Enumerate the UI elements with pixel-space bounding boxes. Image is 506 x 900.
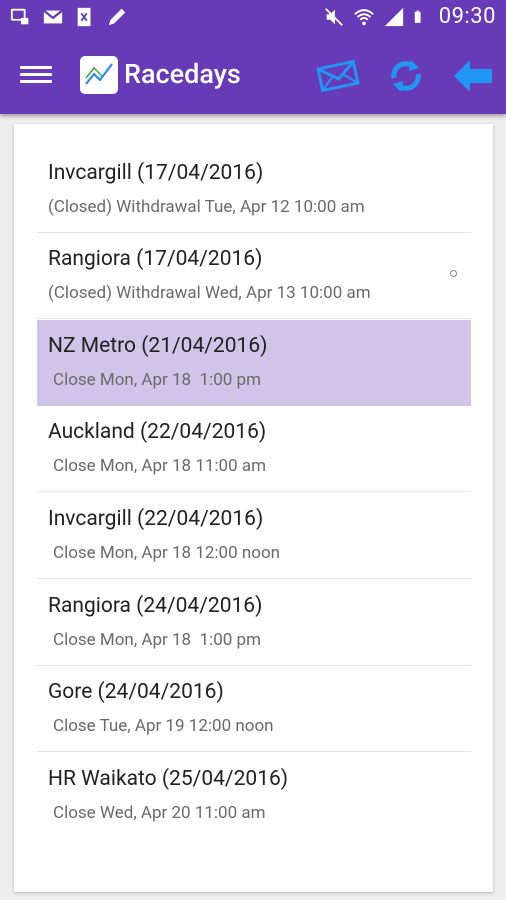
hrnz-logo [80, 56, 118, 94]
raceday-subtitle: Close Mon, Apr 18 1:00 pm [53, 370, 261, 390]
menu-line [20, 73, 52, 76]
list-item[interactable]: Gore (24/04/2016) Close Tue, Apr 19 12:0… [37, 666, 471, 752]
racedays-list: Invcargill (17/04/2016) (Closed) Withdra… [14, 124, 493, 892]
raceday-title: Gore (24/04/2016) [48, 680, 224, 704]
raceday-subtitle: (Closed) Withdrawal Tue, Apr 12 10:00 am [48, 197, 365, 217]
list-item[interactable]: Rangiora (24/04/2016) Close Mon, Apr 18 … [37, 580, 471, 666]
raceday-title: Invcargill (22/04/2016) [48, 507, 264, 531]
gmail-icon [43, 9, 63, 24]
app-bar: Racedays [0, 38, 506, 114]
list-item[interactable]: Invcargill (22/04/2016) Close Mon, Apr 1… [37, 493, 471, 579]
raceday-title: Rangiora (17/04/2016) [48, 247, 263, 271]
list-item[interactable]: Auckland (22/04/2016) Close Mon, Apr 18 … [37, 406, 471, 492]
system-icons: 09:30 [323, 4, 496, 29]
raceday-subtitle: Close Mon, Apr 18 11:00 am [53, 456, 267, 476]
hrnz-logo-icon [85, 63, 113, 85]
mail-icon[interactable] [316, 56, 360, 96]
menu-button[interactable] [20, 62, 52, 90]
raceday-subtitle: Close Mon, Apr 18 12:00 noon [53, 543, 281, 563]
battery-icon [414, 10, 421, 23]
list-item[interactable]: Rangiora (17/04/2016) (Closed) Withdrawa… [37, 233, 471, 319]
back-arrow-icon[interactable] [450, 56, 494, 96]
raceday-title: NZ Metro (21/04/2016) [48, 334, 268, 358]
raceday-subtitle: Close Mon, Apr 18 1:00 pm [53, 630, 261, 650]
list-item-selected[interactable]: NZ Metro (21/04/2016) Close Mon, Apr 18 … [37, 320, 471, 406]
list-item[interactable]: HR Waikato (25/04/2016) Close Wed, Apr 2… [37, 753, 471, 839]
signal-icon [384, 7, 403, 26]
raceday-title: HR Waikato (25/04/2016) [48, 767, 289, 791]
refresh-icon[interactable] [384, 56, 428, 96]
raceday-title: Invcargill (17/04/2016) [48, 161, 264, 185]
app-title: Racedays [124, 58, 241, 90]
menu-line [20, 66, 52, 69]
status-bar: 09:30 [0, 0, 506, 38]
raceday-title: Auckland (22/04/2016) [48, 420, 267, 444]
pencil-icon [108, 8, 126, 26]
wifi-calling-icon [10, 8, 29, 25]
clock: 09:30 [438, 4, 496, 29]
raceday-subtitle: Close Wed, Apr 20 11:00 am [53, 803, 266, 823]
menu-line [20, 80, 52, 83]
list-item[interactable]: Invcargill (17/04/2016) (Closed) Withdra… [37, 147, 471, 233]
wifi-icon [353, 8, 374, 25]
raceday-title: Rangiora (24/04/2016) [48, 594, 263, 618]
mute-icon [324, 7, 343, 26]
raceday-subtitle: (Closed) Withdrawal Wed, Apr 13 10:00 am [48, 283, 371, 303]
excel-icon [77, 7, 91, 27]
indicator-dot-icon [450, 270, 457, 277]
raceday-subtitle: Close Tue, Apr 19 12:00 noon [53, 716, 274, 736]
notification-icons [10, 6, 128, 28]
